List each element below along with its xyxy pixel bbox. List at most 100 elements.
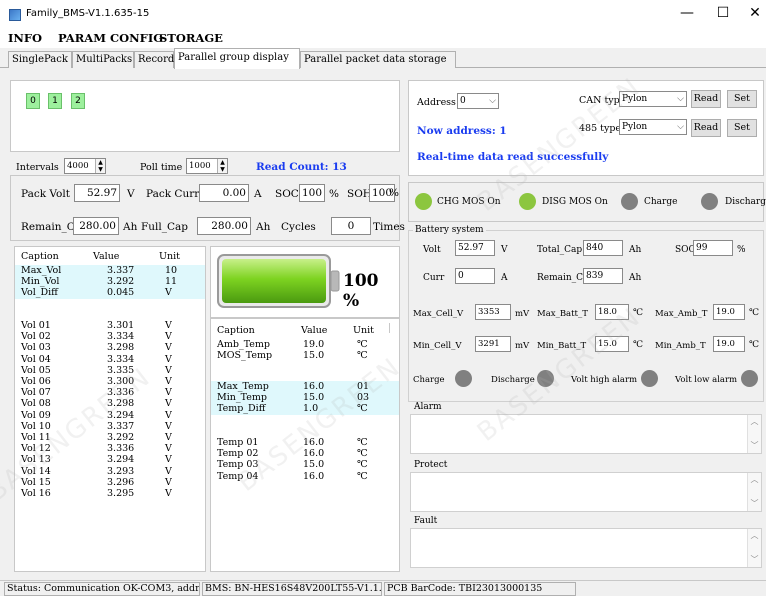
group-button-1[interactable]: 1 xyxy=(48,93,62,109)
cell-unit: V xyxy=(165,476,172,488)
cell-unit: ℃ xyxy=(357,339,368,350)
menu-param[interactable]: PARAM xyxy=(58,31,106,45)
tab-record[interactable]: Record xyxy=(134,51,174,68)
min-cell-v-label: Min_Cell_V xyxy=(413,341,462,351)
rs485-set-button[interactable]: Set xyxy=(727,119,757,137)
volt-high-alarm-led xyxy=(641,370,658,387)
table-row: Max_Vol 3.337 10 xyxy=(15,265,205,277)
cell-caption: Vol 09 xyxy=(21,409,51,421)
cell-value: 0.045 xyxy=(107,287,135,299)
battery-icon xyxy=(217,254,340,308)
fault-scrollbar[interactable]: ︿ ﹀ xyxy=(747,529,761,567)
poll-time-spinner[interactable]: 1000 ▲ ▼ xyxy=(186,158,228,174)
scroll-up-icon[interactable]: ︿ xyxy=(748,530,761,542)
remain-cap-label: Remain_Ca xyxy=(21,221,82,233)
min-batt-t-value: 15.0 xyxy=(595,336,629,352)
can-type-select[interactable]: Pylon ⌵ xyxy=(619,91,687,107)
cell-value: 3.334 xyxy=(107,331,135,343)
can-read-button[interactable]: Read xyxy=(691,90,721,108)
maximize-button[interactable]: ☐ xyxy=(708,6,738,22)
cell-value: 3.336 xyxy=(107,443,135,455)
alarm-box[interactable]: ︿ ﹀ xyxy=(410,414,762,454)
max-batt-t-value: 18.0 xyxy=(595,304,629,320)
table-row: Max_Temp 16.0 01 xyxy=(211,381,399,393)
min-batt-t-label: Min_Batt_T xyxy=(537,341,587,351)
close-button[interactable]: ✕ xyxy=(740,6,766,22)
protect-box[interactable]: ︿ ﹀ xyxy=(410,472,762,512)
cell-value: 3.334 xyxy=(107,353,135,365)
cell-value: 16.0 xyxy=(303,470,325,482)
cell-caption: Temp 01 xyxy=(217,437,259,448)
address-label: Address xyxy=(417,97,456,108)
full-cap-unit: Ah xyxy=(256,221,271,233)
scroll-up-icon[interactable]: ︿ xyxy=(748,474,761,486)
cell-unit: ℃ xyxy=(357,448,368,460)
min-batt-t-unit: ℃ xyxy=(633,340,644,350)
tab-singlepack[interactable]: SinglePack xyxy=(8,51,72,68)
protect-title: Protect xyxy=(412,460,450,470)
sys-charge-label: Charge xyxy=(413,375,445,385)
protect-scrollbar[interactable]: ︿ ﹀ xyxy=(747,473,761,511)
status-bms-version: BMS: BN-HES16S48V200LT55-V1.1.0 xyxy=(202,582,382,596)
cell-value: 15.0 xyxy=(303,459,325,471)
charge-label: Charge xyxy=(644,197,678,207)
cell-value: 3.300 xyxy=(107,376,135,387)
tab-multipacks[interactable]: MultiPacks xyxy=(72,51,134,68)
cell-caption: Vol 04 xyxy=(21,353,51,365)
temperature-table: Caption Value Unit Amb_Temp 19.0 ℃ MOS_Temp… xyxy=(210,318,400,572)
alarm-scrollbar[interactable]: ︿ ﹀ xyxy=(747,415,761,453)
cell-unit: V xyxy=(165,398,172,410)
table-row: Vol 13 3.294 V xyxy=(15,454,205,465)
rs485-read-button[interactable]: Read xyxy=(691,119,721,137)
spinner-arrows-icon[interactable]: ▲ ▼ xyxy=(95,159,105,173)
total-cap-unit: Ah xyxy=(629,245,642,255)
sys-volt-label: Volt xyxy=(423,245,441,255)
menu-storage[interactable]: STORAGE xyxy=(159,31,223,45)
sys-discharge-led xyxy=(537,370,554,387)
scroll-up-icon[interactable]: ︿ xyxy=(748,416,761,428)
table-row: Temp_Diff 1.0 ℃ xyxy=(211,403,399,415)
remain-cap-sys-unit: Ah xyxy=(629,273,642,283)
minimize-button[interactable]: — xyxy=(672,6,702,22)
cell-caption: Min_Vol xyxy=(21,276,60,288)
pack-curr-value: 0.00 xyxy=(199,184,249,202)
cell-caption: Max_Vol xyxy=(21,265,62,276)
cell-caption: Max_Temp xyxy=(217,381,269,392)
communication-panel: Address 0 ⌵ CAN type Pylon ⌵ Read Set No… xyxy=(408,80,764,176)
cell-unit: V xyxy=(165,443,172,455)
scroll-down-icon[interactable]: ﹀ xyxy=(748,554,761,566)
tab-parallel-group-display[interactable]: Parallel group display xyxy=(174,48,300,69)
cell-unit: 01 xyxy=(357,381,370,392)
title-bar: Family_BMS-V1.1.635-15 — ☐ ✕ xyxy=(0,0,766,28)
table-row: Vol 05 3.335 V xyxy=(15,365,205,376)
alarm-title: Alarm xyxy=(412,402,444,412)
table-row: Vol 01 3.301 V xyxy=(15,320,205,331)
menu-info[interactable]: INFO xyxy=(8,31,42,45)
cell-value: 3.292 xyxy=(107,276,135,288)
menu-config[interactable]: CONFIG xyxy=(110,31,163,45)
cell-value: 3.298 xyxy=(107,342,135,354)
scroll-down-icon[interactable]: ﹀ xyxy=(748,440,761,452)
cell-caption: Vol 02 xyxy=(21,331,51,343)
group-button-2[interactable]: 2 xyxy=(71,93,85,109)
table-row: Min_Temp 15.0 03 xyxy=(211,392,399,404)
battery-system-group: Battery system Volt 52.97 V Total_Cap 84… xyxy=(408,225,764,402)
table-row: Vol 08 3.298 V xyxy=(15,398,205,409)
can-set-button[interactable]: Set xyxy=(727,90,757,108)
intervals-spinner[interactable]: 4000 ▲ ▼ xyxy=(64,158,106,174)
spinner-arrows-icon[interactable]: ▲ ▼ xyxy=(217,159,227,173)
scroll-down-icon[interactable]: ﹀ xyxy=(748,498,761,510)
table-row: Vol 14 3.293 V xyxy=(15,466,205,477)
min-amb-t-label: Min_Amb_T xyxy=(655,341,706,351)
address-select[interactable]: 0 ⌵ xyxy=(457,93,499,109)
tab-parallel-packet-data-storage[interactable]: Parallel packet data storage xyxy=(300,51,456,68)
cell-caption: Vol 13 xyxy=(21,454,51,466)
group-button-0[interactable]: 0 xyxy=(26,93,40,109)
intervals-label: Intervals xyxy=(16,162,59,173)
header-unit: Unit xyxy=(353,325,374,336)
table-row: Min_Vol 3.292 11 xyxy=(15,276,205,288)
rs485-type-select[interactable]: Pylon ⌵ xyxy=(619,119,687,135)
address-value: 0 xyxy=(460,96,466,106)
cell-unit: ℃ xyxy=(357,350,368,362)
fault-box[interactable]: ︿ ﹀ xyxy=(410,528,762,568)
